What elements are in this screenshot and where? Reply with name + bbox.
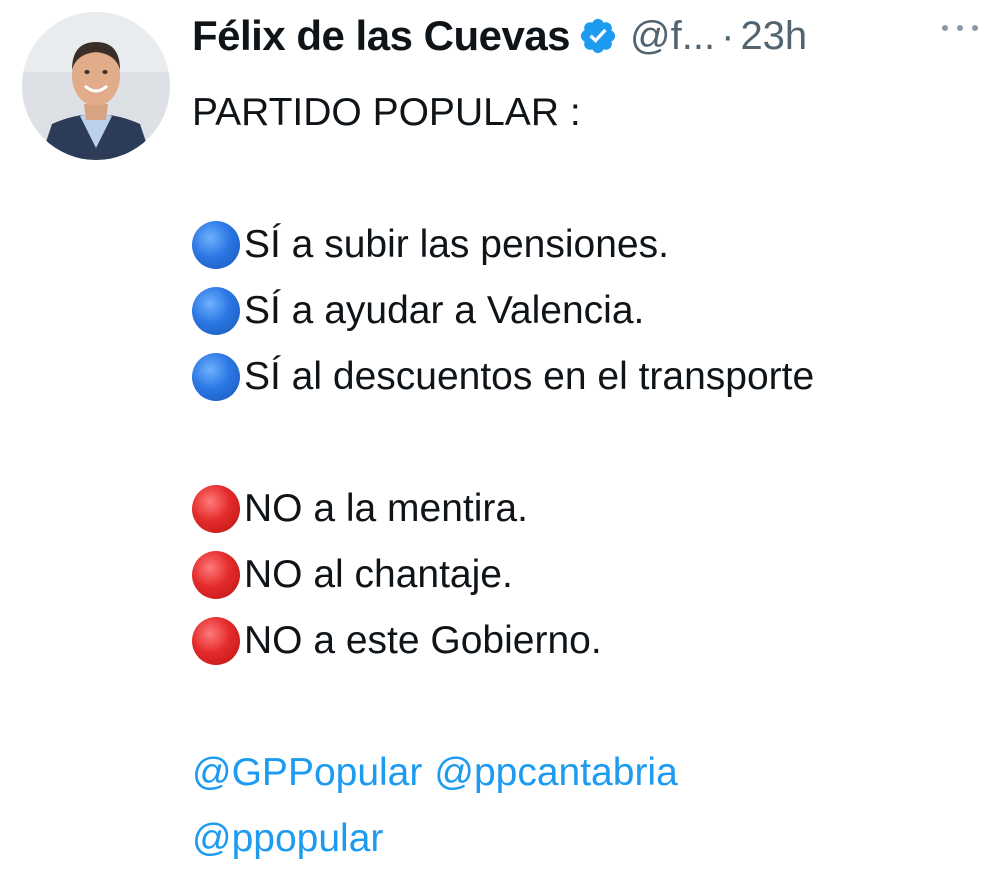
tweet-card[interactable]: Félix de las Cuevas @f... · 23h PARTIDO … [0,0,1000,879]
more-dot [957,25,963,31]
more-options-icon[interactable] [942,18,978,38]
red-circle-icon [192,551,240,599]
mention-ppopular[interactable]: @ppopular [192,806,383,872]
yes-item: SÍ a subir las pensiones. [192,212,992,278]
no-item-text: NO al chantaje. [244,553,513,596]
mentions-row: @ppopular [192,806,992,872]
yes-item-text: SÍ a ayudar a Valencia. [244,289,645,332]
no-item: NO a la mentira. [192,476,992,542]
more-dot [942,25,948,31]
author-handle[interactable]: @f... [630,14,715,59]
author-display-name[interactable]: Félix de las Cuevas [192,12,571,60]
yes-item-text: SÍ a subir las pensiones. [244,223,669,266]
red-circle-icon [192,617,240,665]
red-circle-icon [192,485,240,533]
blue-circle-icon [192,353,240,401]
tweet-intro: PARTIDO POPULAR : [192,80,992,146]
tweet-timestamp[interactable]: 23h [740,14,807,59]
blue-circle-icon [192,287,240,335]
avatar-photo [22,12,170,160]
mentions-row: @GPPopular @ppcantabria [192,740,992,806]
no-item: NO a este Gobierno. [192,608,992,674]
header-separator: · [721,13,735,58]
yes-item: SÍ al descuentos en el transporte [192,344,992,410]
mention-gppopular[interactable]: @GPPopular [192,740,422,806]
mention-ppcantabria[interactable]: @ppcantabria [434,740,677,806]
yes-item: SÍ a ayudar a Valencia. [192,278,992,344]
yes-item-text: SÍ al descuentos en el transporte [244,355,815,398]
no-item: NO al chantaje. [192,542,992,608]
verified-badge-icon [580,18,616,54]
no-item-text: NO a la mentira. [244,487,528,530]
tweet-header: Félix de las Cuevas @f... · 23h [192,6,992,66]
avatar[interactable] [22,12,170,160]
more-dot [972,25,978,31]
tweet-text: PARTIDO POPULAR : SÍ a subir las pension… [192,80,992,872]
no-item-text: NO a este Gobierno. [244,619,602,662]
blue-circle-icon [192,221,240,269]
intro-text: PARTIDO POPULAR : [192,91,581,134]
